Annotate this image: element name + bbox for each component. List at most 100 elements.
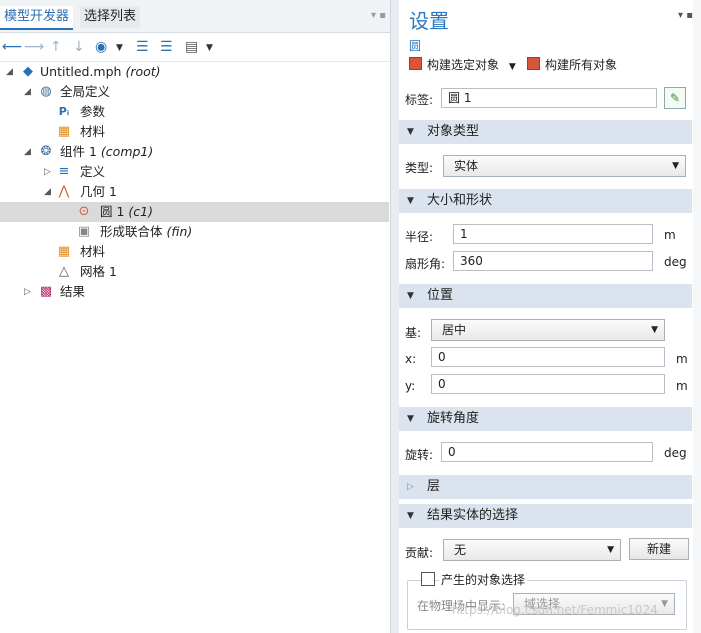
component-icon: ❂ xyxy=(40,144,52,159)
tab-selection-list[interactable]: 选择列表 xyxy=(80,6,141,28)
tab-model-builder[interactable]: 模型开发器 xyxy=(0,6,74,30)
settings-title: 设置 xyxy=(409,9,449,33)
expanded-triangle-icon[interactable]: ◢ xyxy=(6,62,13,82)
panel-splitter[interactable] xyxy=(391,0,399,633)
section-position[interactable]: ▼ 位置 xyxy=(399,284,692,308)
edit-label-icon[interactable]: ✎ xyxy=(664,87,686,109)
type-select[interactable]: 实体 ▼ xyxy=(443,155,686,177)
y-unit: m xyxy=(676,379,688,393)
build-all-icon xyxy=(527,57,540,70)
resulting-selection-checkbox[interactable] xyxy=(421,572,435,586)
back-arrow-icon[interactable]: ⟵ xyxy=(2,39,22,55)
tree-item-label: 组件 1 xyxy=(60,144,97,159)
panel-menu-icon[interactable]: ▾ ▪ xyxy=(678,10,693,21)
radius-field[interactable]: 1 xyxy=(453,224,653,244)
tree-item-component[interactable]: ◢ ❂ 组件 1 (comp1) xyxy=(0,142,389,162)
mesh-triangle-icon: △ xyxy=(59,264,69,279)
tree-item-global-definitions[interactable]: ◢ ◍ 全局定义 xyxy=(0,82,389,102)
forward-arrow-icon[interactable]: ⟶ xyxy=(24,39,44,55)
tree-item-label: 结果 xyxy=(60,284,86,299)
tree-item-label: 全局定义 xyxy=(60,84,111,99)
chevron-down-icon[interactable]: ▼ xyxy=(509,62,516,72)
rotation-field[interactable]: 0 xyxy=(441,442,653,462)
expanded-triangle-icon[interactable]: ◢ xyxy=(24,82,31,102)
tree-item-label: Untitled.mph xyxy=(40,64,122,79)
tree-item-label: 定义 xyxy=(80,164,106,179)
collapsed-triangle-icon[interactable]: ▷ xyxy=(44,162,51,182)
view-eye-icon[interactable]: ◉ xyxy=(95,39,107,55)
tree-item-parameters[interactable]: Pᵢ 参数 xyxy=(0,102,389,122)
section-title: 结果实体的选择 xyxy=(427,508,519,523)
collapse-all-icon[interactable]: ☰ xyxy=(160,39,173,55)
label-caption: 标签: xyxy=(405,93,434,107)
chevron-down-icon[interactable]: ▼ xyxy=(116,43,123,53)
expanded-triangle-icon: ▼ xyxy=(407,196,414,206)
section-title: 旋转角度 xyxy=(427,411,480,426)
chevron-down-icon: ▼ xyxy=(651,325,658,335)
expanded-triangle-icon[interactable]: ◢ xyxy=(24,142,31,162)
panel-menu-icon[interactable]: ▾ ▪ xyxy=(371,10,386,21)
definitions-list-icon: ≡ xyxy=(58,164,70,179)
label-field[interactable]: 圆 1 xyxy=(441,88,657,108)
expand-all-icon[interactable]: ☰ xyxy=(136,39,149,55)
tree-toolbar: ⟵ ⟶ ↑ ↓ ◉ ▼ ☰ ☰ ▤ ▼ xyxy=(0,33,390,62)
section-result-selection[interactable]: ▼ 结果实体的选择 xyxy=(399,504,692,528)
x-field[interactable]: 0 xyxy=(431,347,665,367)
section-object-type[interactable]: ▼ 对象类型 xyxy=(399,120,692,144)
section-size-shape[interactable]: ▼ 大小和形状 xyxy=(399,189,692,213)
build-selected-label: 构建选定对象 xyxy=(427,58,500,72)
tree-item-tag: (c1) xyxy=(128,204,154,219)
watermark-text: https://blog.csdn.net/Femmic1024 xyxy=(452,603,658,617)
contribute-caption: 贡献: xyxy=(405,546,434,560)
base-select-value: 居中 xyxy=(442,323,467,337)
build-all-button[interactable]: 构建所有对象 xyxy=(527,56,617,74)
expanded-triangle-icon: ▼ xyxy=(407,291,414,301)
geometry-icon: ⋀ xyxy=(58,184,70,199)
collapsed-triangle-icon[interactable]: ▷ xyxy=(24,282,31,302)
tree-item-materials[interactable]: ▦ 材料 xyxy=(0,242,389,262)
tree-item-form-union[interactable]: ▣ 形成联合体 (fin) xyxy=(0,222,389,242)
move-up-icon[interactable]: ↑ xyxy=(50,39,62,55)
tree-item-label: 形成联合体 xyxy=(100,224,163,239)
radius-unit: m xyxy=(664,228,676,242)
tree-item-definitions[interactable]: ▷ ≡ 定义 xyxy=(0,162,389,182)
tree-item-mesh[interactable]: △ 网格 1 xyxy=(0,262,389,282)
panel-tabs: 模型开发器 选择列表 ▾ ▪ xyxy=(0,0,390,33)
results-icon: ▩ xyxy=(39,284,53,299)
list-view-icon[interactable]: ▤ xyxy=(185,39,198,55)
collapsed-triangle-icon: ▷ xyxy=(407,482,414,492)
sector-angle-unit: deg xyxy=(664,255,687,269)
tree-item-circle[interactable]: ⊙ 圆 1 (c1) xyxy=(0,202,389,222)
contribute-select[interactable]: 无 ▼ xyxy=(443,539,621,561)
chevron-down-icon: ▼ xyxy=(607,545,614,555)
form-union-icon: ▣ xyxy=(77,224,91,239)
tree-item-materials-global[interactable]: ▦ 材料 xyxy=(0,122,389,142)
tree-item-label: 几何 1 xyxy=(80,184,117,199)
tree-item-root[interactable]: ◢ ◆ Untitled.mph (root) xyxy=(0,62,389,82)
type-caption: 类型: xyxy=(405,161,434,175)
settings-scrollbar[interactable] xyxy=(693,0,701,633)
tree-item-geometry[interactable]: ◢ ⋀ 几何 1 xyxy=(0,182,389,202)
chevron-down-icon[interactable]: ▼ xyxy=(206,43,213,53)
build-selected-button[interactable]: 构建选定对象 ▼ xyxy=(409,56,516,74)
section-title: 对象类型 xyxy=(427,124,480,139)
materials-grid-icon: ▦ xyxy=(57,124,71,139)
expanded-triangle-icon[interactable]: ◢ xyxy=(44,182,51,202)
section-layers[interactable]: ▷ 层 xyxy=(399,475,692,499)
tree-item-results[interactable]: ▷ ▩ 结果 xyxy=(0,282,389,302)
section-rotation[interactable]: ▼ 旋转角度 xyxy=(399,407,692,431)
expanded-triangle-icon: ▼ xyxy=(407,127,414,137)
sector-angle-field[interactable]: 360 xyxy=(453,251,653,271)
tree-item-label: 圆 1 xyxy=(100,204,125,219)
base-select[interactable]: 居中 ▼ xyxy=(431,319,665,341)
tree-item-label: 材料 xyxy=(80,244,106,259)
move-down-icon[interactable]: ↓ xyxy=(73,39,85,55)
tree-item-tag: (comp1) xyxy=(100,144,154,159)
tree-item-label: 材料 xyxy=(80,124,106,139)
globe-icon: ◍ xyxy=(40,84,52,99)
new-button[interactable]: 新建 xyxy=(629,538,689,560)
y-field[interactable]: 0 xyxy=(431,374,665,394)
chevron-down-icon: ▼ xyxy=(661,599,668,609)
x-unit: m xyxy=(676,352,688,366)
y-caption: y: xyxy=(405,379,416,393)
